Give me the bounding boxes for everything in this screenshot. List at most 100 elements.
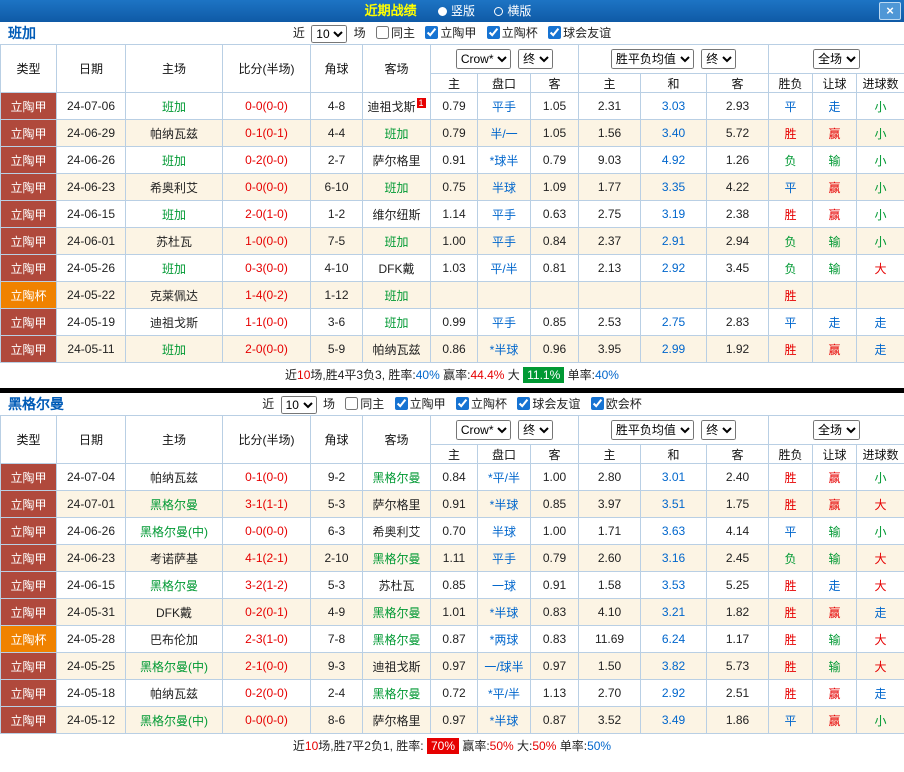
cup-checkbox[interactable]: 立陶杯	[456, 397, 507, 411]
league-type-cell: 立陶甲	[0, 517, 57, 545]
home-team-cell: 帕纳瓦兹	[125, 119, 223, 147]
odds-time-select[interactable]: 终	[518, 420, 554, 440]
europe-time-select[interactable]: 终	[701, 420, 737, 440]
recent-count-select[interactable]: 10	[280, 395, 317, 414]
sub-draw: 和	[640, 444, 708, 464]
goals-result-cell: 走	[856, 598, 904, 626]
odds-company-select[interactable]: Crow*	[455, 49, 511, 69]
handicap-result-cell: 赢	[812, 200, 858, 228]
friendly-checkbox[interactable]: 球会友谊	[548, 26, 611, 40]
away-team-cell: 希奥利艾	[362, 517, 431, 545]
league-type-cell: 立陶甲	[0, 146, 57, 174]
match-row: 立陶甲 24-07-04 帕纳瓦兹 0-1(0-0) 9-2 黑格尔曼 0.84 *平/半 1.…	[0, 463, 904, 491]
date-cell: 24-06-23	[56, 544, 126, 572]
result-cell: 胜	[768, 652, 814, 680]
europe-home-odds-cell: 2.80	[578, 463, 642, 491]
match-row: 立陶杯 24-05-22 克莱佩达 1-4(0-2) 1-12 班加 胜	[0, 281, 904, 309]
date-cell: 24-06-23	[56, 173, 126, 201]
section-hegelmann: 黑格尔曼 近 10 场 同主 立陶甲 立陶杯 球会友谊 欧会杯 类型 日期 主场…	[0, 393, 904, 759]
odds-time-select[interactable]: 终	[518, 49, 554, 69]
goals-result-cell: 大	[856, 571, 904, 599]
home-team-cell: 巴布伦加	[125, 625, 223, 653]
europe-away-odds-cell: 5.25	[706, 571, 770, 599]
asian-away-odds-cell: 1.13	[529, 679, 580, 707]
match-row: 立陶甲 24-06-15 黑格尔曼 3-2(1-2) 5-3 苏杜瓦 0.85 一球 0.91 1…	[0, 571, 904, 599]
col-corner: 角球	[310, 415, 363, 464]
goals-result-cell: 小	[856, 200, 904, 228]
handicap-result-cell: 赢	[812, 463, 858, 491]
cup-checkbox[interactable]: 立陶杯	[486, 26, 538, 40]
away-team-cell: 班加	[362, 227, 431, 255]
handicap-result-cell: 赢	[812, 119, 858, 147]
score-cell: 3-1(1-1)	[222, 490, 311, 518]
scope-select[interactable]: 全场	[813, 420, 861, 440]
close-button[interactable]: ×	[879, 2, 901, 20]
score-cell: 4-1(2-1)	[222, 544, 311, 572]
result-cell: 平	[768, 173, 814, 201]
date-cell: 24-06-26	[56, 517, 126, 545]
col-date: 日期	[56, 44, 126, 93]
score-cell: 3-2(1-2)	[222, 571, 311, 599]
handicap-result-cell: 赢	[812, 490, 858, 518]
europe-odds-header: 胜平负均值 终	[578, 44, 770, 74]
corner-cell: 5-9	[310, 335, 363, 363]
score-cell: 0-1(0-1)	[222, 119, 311, 147]
recent-count-select[interactable]: 10	[311, 24, 348, 43]
away-team-cell: 迪祖戈斯	[362, 652, 431, 680]
scope-select[interactable]: 全场	[813, 49, 861, 69]
conference-checkbox[interactable]: 欧会杯	[590, 397, 642, 411]
horizontal-layout-radio[interactable]: 横版	[494, 4, 531, 18]
summary-line: 近10场,胜7平2负1, 胜率: 70% 赢率:50% 大:50% 单率:50%	[0, 734, 904, 759]
col-type: 类型	[0, 44, 57, 93]
col-type: 类型	[0, 415, 57, 464]
europe-draw-odds-cell: 3.35	[640, 173, 708, 201]
league-checkbox[interactable]: 立陶甲	[425, 26, 476, 40]
date-cell: 24-06-29	[56, 119, 126, 147]
league-type-cell: 立陶杯	[0, 625, 57, 653]
europe-home-odds-cell: 1.50	[578, 652, 642, 680]
friendly-checkbox[interactable]: 球会友谊	[517, 397, 580, 411]
europe-draw-odds-cell: 3.63	[640, 517, 708, 545]
europe-odds-select[interactable]: 胜平负均值	[610, 420, 694, 440]
match-row: 立陶甲 24-05-25 黑格尔曼(中) 2-1(0-0) 9-3 迪祖戈斯 0.97 一/球…	[0, 652, 904, 680]
result-cell: 平	[768, 517, 814, 545]
same-home-checkbox[interactable]: 同主	[345, 397, 384, 411]
europe-away-odds-cell: 5.72	[706, 119, 770, 147]
goals-result-cell: 小	[856, 119, 904, 147]
col-away: 客场	[362, 44, 431, 93]
same-home-checkbox[interactable]: 同主	[375, 26, 415, 40]
sub-draw: 和	[640, 73, 708, 93]
away-team-cell: 黑格尔曼	[362, 463, 431, 491]
asian-home-odds-cell: 0.72	[430, 679, 478, 707]
corner-cell: 1-12	[310, 281, 363, 309]
goals-result-cell: 小	[856, 227, 904, 255]
home-team-cell: 苏杜瓦	[125, 227, 223, 255]
asian-home-odds-cell: 0.99	[430, 308, 478, 336]
league-checkbox[interactable]: 立陶甲	[394, 397, 446, 411]
handicap-cell: *球半	[477, 146, 531, 174]
goals-result-cell: 小	[856, 146, 904, 174]
vertical-layout-radio[interactable]: 竖版	[437, 4, 475, 18]
handicap-cell: *平/半	[477, 463, 531, 491]
corner-cell: 1-2	[310, 200, 363, 228]
europe-home-odds-cell: 1.77	[578, 173, 642, 201]
handicap-cell: 平手	[477, 227, 531, 255]
score-cell: 2-3(1-0)	[222, 625, 311, 653]
europe-draw-odds-cell: 2.91	[640, 227, 708, 255]
europe-home-odds-cell: 1.58	[578, 571, 642, 599]
radio-unselected-icon	[494, 7, 504, 16]
match-row: 立陶甲 24-05-18 帕纳瓦兹 0-2(0-0) 2-4 黑格尔曼 0.72 *平/半 1.…	[0, 679, 904, 707]
date-cell: 24-07-04	[56, 463, 126, 491]
handicap-cell: 半球	[477, 517, 531, 545]
odds-company-select[interactable]: Crow*	[455, 420, 511, 440]
europe-time-select[interactable]: 终	[701, 49, 737, 69]
summary-segment: 大	[504, 368, 524, 382]
corner-cell: 3-6	[310, 308, 363, 336]
europe-odds-select[interactable]: 胜平负均值	[610, 49, 694, 69]
asian-home-odds-cell: 0.75	[430, 173, 478, 201]
goals-result-cell: 大	[856, 544, 904, 572]
league-type-cell: 立陶甲	[0, 254, 57, 282]
away-team-cell: 班加	[362, 281, 431, 309]
sub-away: 客	[529, 444, 580, 464]
injury-badge: 1	[416, 97, 426, 108]
